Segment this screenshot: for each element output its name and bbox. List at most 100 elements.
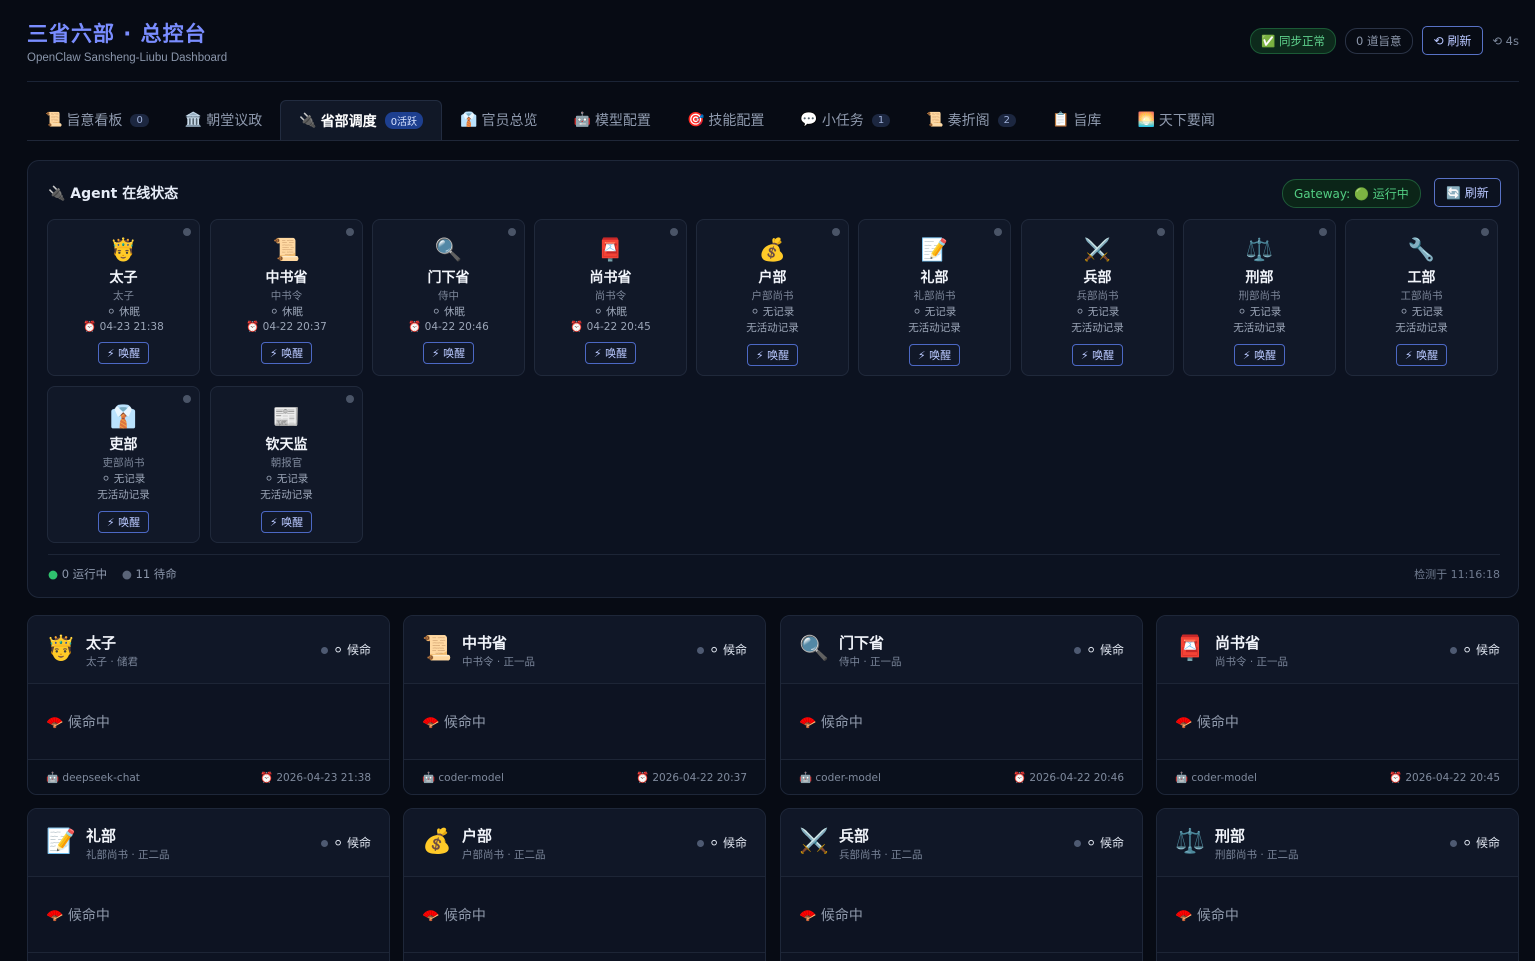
wake-button[interactable]: ⚡ 唤醒 [260, 342, 313, 364]
dept-card-shangshu[interactable]: 📮 尚书省 尚书令 · 正一品 ⚪ 候命 🪭 候命中 🤖 coder-model… [1156, 615, 1519, 795]
wake-button[interactable]: ⚡ 唤醒 [1233, 344, 1286, 366]
dept-card-bingbu[interactable]: ⚔️ 兵部 兵部尚书 · 正二品 ⚪ 候命 🪭 候命中 [780, 808, 1143, 961]
crossed-swords-icon: ⚔️ [799, 827, 829, 855]
dept-card-zhongshu[interactable]: 📜 中书省 中书令 · 正一品 ⚪ 候命 🪭 候命中 🤖 coder-model… [403, 615, 766, 795]
tab-edict-library[interactable]: 📋 旨库 [1034, 100, 1119, 140]
dept-header: 💰 户部 户部尚书 · 正二品 ⚪ 候命 [404, 809, 765, 877]
dept-rank: 户部尚书 · 正二品 [462, 849, 546, 861]
wake-button[interactable]: ⚡ 唤醒 [422, 342, 475, 364]
dept-activity: 🪭 候命中 [1175, 715, 1239, 731]
tab-dispatch[interactable]: 🔌 省部调度 0活跃 [280, 100, 443, 140]
agent-card-bingbu: ⚔️ 兵部 兵部尚书 ⚪ 无记录 无活动记录 ⚡ 唤醒 [1021, 219, 1174, 376]
dept-header: 📜 中书省 中书令 · 正一品 ⚪ 候命 [404, 616, 765, 684]
agent-card-zhongshu: 📜 中书省 中书令 ⚪ 休眠 ⏰ 04-22 20:37 ⚡ 唤醒 [210, 219, 363, 376]
agent-name: 礼部 [920, 270, 949, 286]
necktie-icon: 👔 [460, 112, 478, 128]
speech-bubble-icon: 💬 [800, 112, 818, 128]
tab-memorials[interactable]: 📜 奏折阁 2 [908, 100, 1034, 140]
dept-body: 🪭 候命中 [404, 684, 765, 760]
postbox-icon: 📮 [596, 238, 625, 263]
dept-footer: 🤖 coder-model ⏰ 2026-04-22 20:46 [781, 760, 1142, 794]
waiting-dot-icon: ● [121, 567, 132, 581]
agent-role: 太子 [113, 290, 134, 302]
status-dot [697, 840, 705, 847]
refresh-button[interactable]: ⟲ 刷新 [1421, 26, 1484, 55]
status-dot [346, 395, 354, 403]
magnifier-icon: 🔍 [799, 634, 829, 662]
agent-last-active: 无活动记录 [97, 489, 150, 501]
dept-name: 尚书省 [1215, 634, 1261, 652]
dept-header: 📮 尚书省 尚书令 · 正一品 ⚪ 候命 [1157, 616, 1518, 684]
header-controls: ✅ 同步正常 0 道旨意 ⟲ 刷新 ⟲ 4s [1250, 26, 1519, 55]
agent-role: 朝报官 [270, 457, 303, 469]
newspaper-icon: 📰 [272, 405, 301, 430]
dept-model: 🤖 coder-model [799, 772, 881, 784]
edict-count-badge: 0 道旨意 [1345, 27, 1413, 54]
robot-icon: 🤖 [573, 112, 591, 128]
dept-body: 🪭 候命中 [781, 684, 1142, 760]
wake-button[interactable]: ⚡ 唤醒 [1071, 344, 1124, 366]
agent-last-active: ⏰ 04-23 21:38 [83, 321, 164, 333]
dept-card-taizi[interactable]: 🤴 太子 太子 · 储君 ⚪ 候命 🪭 候命中 🤖 deepseek-chat … [27, 615, 390, 795]
wake-button[interactable]: ⚡ 唤醒 [908, 344, 961, 366]
dept-status: ⚪ 候命 [1450, 834, 1500, 851]
agent-state: ⚪ 无记录 [912, 306, 957, 318]
tab-skill-config[interactable]: 🎯 技能配置 [669, 100, 782, 140]
wake-button[interactable]: ⚡ 唤醒 [584, 342, 637, 364]
agent-state: ⚪ 无记录 [1399, 306, 1444, 318]
agent-state: ⚪ 休眠 [593, 306, 628, 318]
wake-button[interactable]: ⚡ 唤醒 [97, 342, 150, 364]
wake-button[interactable]: ⚡ 唤醒 [746, 344, 799, 366]
scales-icon: ⚖️ [1175, 827, 1205, 855]
wake-button[interactable]: ⚡ 唤醒 [1395, 344, 1448, 366]
dept-status: ⚪ 候命 [321, 834, 371, 851]
clipboard-icon: 📋 [1052, 112, 1070, 128]
tab-model-config[interactable]: 🤖 模型配置 [556, 100, 669, 140]
dept-rank: 太子 · 储君 [86, 656, 139, 668]
dept-card-xingbu[interactable]: ⚖️ 刑部 刑部尚书 · 正二品 ⚪ 候命 🪭 候命中 [1156, 808, 1519, 961]
dept-body: 🪭 候命中 [781, 877, 1142, 953]
tab-officials[interactable]: 👔 官员总览 [442, 100, 555, 140]
agent-name: 刑部 [1245, 270, 1274, 286]
status-dot [1450, 840, 1458, 847]
prince-icon: 🤴 [46, 634, 76, 662]
refresh-timer: ⟲ 4s [1492, 33, 1519, 48]
dept-activity: 🪭 候命中 [422, 908, 486, 924]
status-dot [1157, 228, 1165, 236]
postbox-icon: 📮 [1175, 634, 1205, 662]
waiting-count: 11 待命 [135, 567, 177, 581]
wake-button[interactable]: ⚡ 唤醒 [97, 511, 150, 533]
dept-card-menxia[interactable]: 🔍 门下省 侍中 · 正一品 ⚪ 候命 🪭 候命中 🤖 coder-model … [780, 615, 1143, 795]
panel-footer: ● 0 运行中 ● 11 待命 检测于 11:16:18 [48, 554, 1500, 582]
panel-refresh-button[interactable]: 🔄 刷新 [1434, 178, 1501, 207]
dept-header: 🔍 门下省 侍中 · 正一品 ⚪ 候命 [781, 616, 1142, 684]
dept-status: ⚪ 候命 [697, 641, 747, 658]
agent-card-hubu: 💰 户部 户部尚书 ⚪ 无记录 无活动记录 ⚡ 唤醒 [696, 219, 849, 376]
agent-card-libu-rites: 📝 礼部 礼部尚书 ⚪ 无记录 无活动记录 ⚡ 唤醒 [858, 219, 1011, 376]
running-count: 0 运行中 [61, 567, 108, 581]
agent-card-libu-personnel: 👔 吏部 吏部尚书 ⚪ 无记录 无活动记录 ⚡ 唤醒 [47, 386, 200, 543]
tab-court-discussion[interactable]: 🏛️ 朝堂议政 [167, 100, 280, 140]
agent-name: 太子 [109, 270, 138, 286]
agent-role: 吏部尚书 [102, 457, 145, 469]
wrench-icon: 🔧 [1407, 238, 1436, 263]
tab-badge: 0活跃 [384, 112, 424, 129]
status-dot [670, 228, 678, 236]
scroll-icon: 📜 [422, 634, 452, 662]
dept-card-libu-rites[interactable]: 📝 礼部 礼部尚书 · 正二品 ⚪ 候命 🪭 候命中 [27, 808, 390, 961]
tab-edict-board[interactable]: 📜 旨意看板 0 [27, 100, 167, 140]
agent-card-qintianjian: 📰 钦天监 朝报官 ⚪ 无记录 无活动记录 ⚡ 唤醒 [210, 386, 363, 543]
tab-small-tasks[interactable]: 💬 小任务 1 [782, 100, 908, 140]
dept-activity: 🪭 候命中 [799, 715, 863, 731]
agent-last-active: ⏰ 04-22 20:37 [246, 321, 327, 333]
dept-model: 🤖 coder-model [422, 772, 504, 784]
magnifier-icon: 🔍 [434, 238, 463, 263]
dept-name: 户部 [462, 827, 493, 845]
dept-body: 🪭 候命中 [28, 877, 389, 953]
tab-badge: 0 [130, 113, 149, 127]
app-header: 三省六部 · 总控台 OpenClaw Sansheng-Liubu Dashb… [27, 18, 1519, 82]
wake-button[interactable]: ⚡ 唤醒 [260, 511, 313, 533]
status-dot [832, 228, 840, 236]
dept-card-hubu[interactable]: 💰 户部 户部尚书 · 正二品 ⚪ 候命 🪭 候命中 [403, 808, 766, 961]
tab-world-news[interactable]: 🌅 天下要闻 [1119, 100, 1232, 140]
